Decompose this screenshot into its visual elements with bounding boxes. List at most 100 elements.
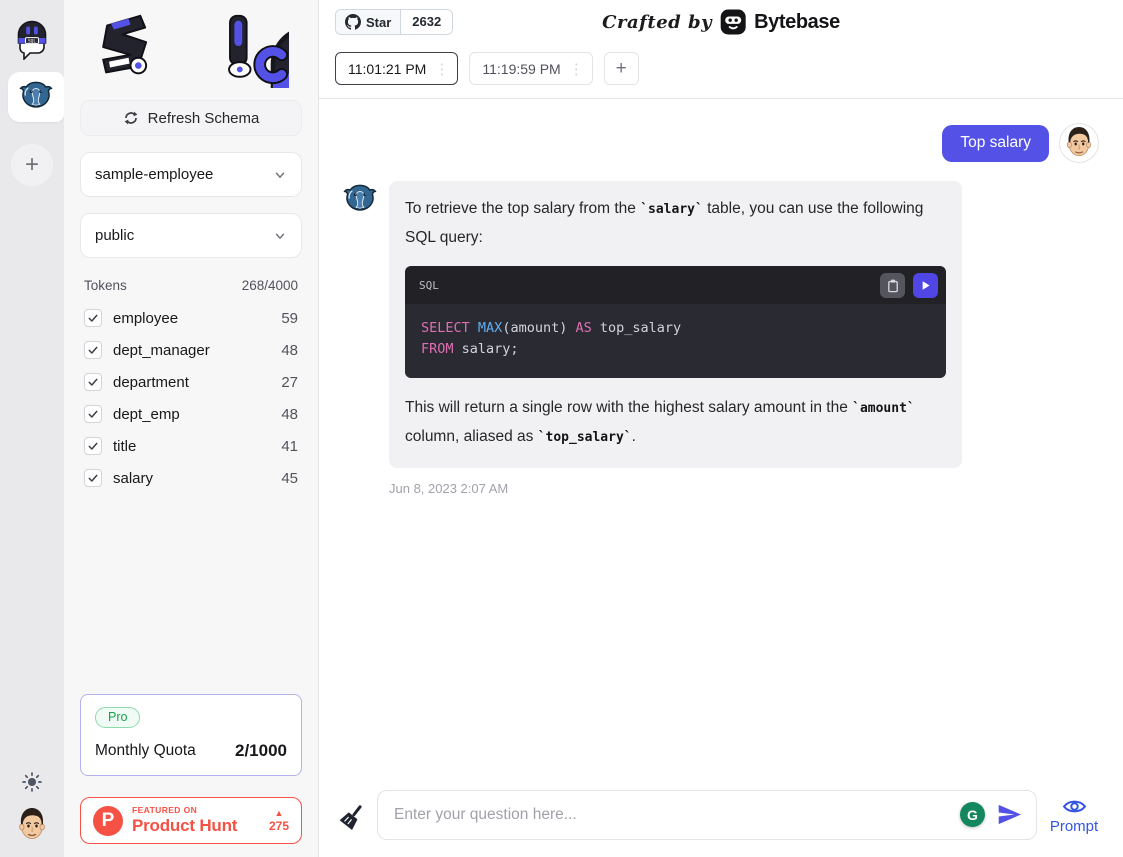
question-input-wrap: G [377, 790, 1037, 840]
table-name: salary [113, 470, 153, 487]
table-list: employee 59 dept_manager 48 department 2… [80, 302, 302, 494]
table-checkbox[interactable] [84, 405, 102, 423]
question-input[interactable] [377, 790, 1037, 840]
prompt-label: Prompt [1050, 818, 1098, 835]
sql-code-block: SQL [405, 266, 946, 378]
tokens-label: Tokens [84, 278, 127, 293]
featured-on-label: FEATURED ON [132, 806, 237, 816]
send-icon [996, 801, 1023, 828]
run-query-button[interactable] [913, 273, 938, 298]
assistant-message-column: To retrieve the top salary from the `sal… [389, 181, 962, 496]
star-label: Star [366, 15, 391, 30]
check-icon [87, 312, 99, 324]
table-token-count: 48 [281, 342, 298, 359]
schema-select-value: public [95, 227, 134, 244]
code-block-body: SELECT MAX(amount) AS top_salaryFROM sal… [405, 304, 946, 378]
code-line: SELECT MAX(amount) AS top_salary [421, 318, 930, 339]
sqlchat-bot-avatar[interactable] [11, 16, 53, 60]
table-name: dept_manager [113, 342, 210, 359]
vote-count: 275 [269, 819, 289, 833]
copy-code-button[interactable] [880, 273, 905, 298]
tab-menu-icon[interactable]: ⋮ [569, 60, 584, 78]
add-connection-label: + [25, 153, 39, 177]
assistant-paragraph: This will return a single row with the h… [405, 394, 946, 452]
tab-menu-icon[interactable]: ⋮ [434, 60, 449, 78]
clear-conversation-button[interactable] [335, 798, 369, 832]
sqlchat-logo [80, 0, 302, 90]
github-star-button[interactable]: Star 2632 [335, 9, 453, 35]
product-hunt-votes: ▲ 275 [269, 808, 289, 833]
play-icon [919, 279, 932, 292]
chevron-down-icon [273, 168, 287, 182]
quota-card: Pro Monthly Quota 2/1000 [80, 694, 302, 776]
table-checkbox[interactable] [84, 373, 102, 391]
code-language-label: SQL [419, 279, 439, 292]
message-timestamp: Jun 8, 2023 2:07 AM [389, 481, 962, 496]
theme-toggle-button[interactable] [21, 771, 43, 793]
refresh-schema-label: Refresh Schema [148, 110, 260, 127]
table-row[interactable]: dept_emp 48 [80, 398, 302, 430]
table-row[interactable]: dept_manager 48 [80, 334, 302, 366]
topbar: Star 2632 Crafted by Bytebase [319, 0, 1123, 44]
bytebase-logo-icon [720, 9, 746, 35]
eye-icon [1062, 796, 1087, 817]
table-row[interactable]: salary 45 [80, 462, 302, 494]
product-hunt-badge[interactable]: P FEATURED ON Product Hunt ▲ 275 [80, 797, 302, 844]
send-button[interactable] [996, 801, 1023, 828]
table-name: dept_emp [113, 406, 180, 423]
check-icon [87, 344, 99, 356]
table-checkbox[interactable] [84, 341, 102, 359]
composer: G Prompt [319, 780, 1123, 857]
product-hunt-label: Product Hunt [132, 816, 237, 836]
sun-icon [21, 771, 43, 793]
conversation-tab-active[interactable]: 11:01:21 PM ⋮ [335, 52, 458, 85]
user-avatar-rail[interactable] [14, 805, 50, 843]
check-icon [87, 408, 99, 420]
main-panel: Star 2632 Crafted by Bytebase 11:01:21 P… [319, 0, 1123, 857]
robot-head-icon [11, 16, 53, 60]
connection-postgres-tile[interactable] [8, 72, 64, 122]
add-connection-button[interactable]: + [11, 144, 53, 186]
clipboard-icon [886, 278, 900, 293]
table-token-count: 41 [281, 438, 298, 455]
table-row[interactable]: employee 59 [80, 302, 302, 334]
table-name: employee [113, 310, 178, 327]
quota-label: Monthly Quota [95, 742, 196, 760]
assistant-message-row: To retrieve the top salary from the `sal… [343, 181, 1099, 496]
tokens-usage: 268/4000 [242, 278, 298, 293]
user-face-icon [14, 805, 50, 845]
user-avatar [1059, 123, 1099, 163]
user-face-icon [1062, 124, 1096, 162]
table-checkbox[interactable] [84, 437, 102, 455]
connection-select[interactable]: sample-employee [80, 152, 302, 197]
sidebar: Refresh Schema sample-employee public To… [64, 0, 319, 857]
check-icon [87, 440, 99, 452]
connection-select-value: sample-employee [95, 166, 213, 183]
conversation-tab[interactable]: 11:19:59 PM ⋮ [469, 52, 592, 85]
schema-select[interactable]: public [80, 213, 302, 258]
code-line: FROM salary; [421, 339, 930, 360]
assistant-avatar [343, 181, 377, 217]
tokens-header: Tokens 268/4000 [80, 278, 302, 293]
table-checkbox[interactable] [84, 469, 102, 487]
table-row[interactable]: department 27 [80, 366, 302, 398]
table-token-count: 59 [281, 310, 298, 327]
quota-value: 2/1000 [235, 741, 287, 761]
check-icon [87, 472, 99, 484]
refresh-icon [123, 110, 139, 126]
bytebase-brand-text: Bytebase [754, 11, 840, 34]
table-row[interactable]: title 41 [80, 430, 302, 462]
new-conversation-button[interactable]: + [604, 52, 639, 85]
postgres-elephant-icon [19, 80, 53, 114]
chat-area: Top salary To retrieve the top salary fr… [319, 99, 1123, 780]
refresh-schema-button[interactable]: Refresh Schema [80, 100, 302, 136]
conversation-tabs: 11:01:21 PM ⋮ 11:19:59 PM ⋮ + [319, 44, 1123, 99]
upvote-icon: ▲ [275, 808, 284, 819]
sidebar-spacer [80, 494, 302, 694]
table-checkbox[interactable] [84, 309, 102, 327]
crafted-by-link[interactable]: Crafted by Bytebase [602, 0, 840, 44]
assistant-message-bubble: To retrieve the top salary from the `sal… [389, 181, 962, 468]
grammarly-icon[interactable]: G [960, 802, 985, 827]
prompt-button[interactable]: Prompt [1045, 796, 1103, 835]
conversation-tab-label: 11:01:21 PM [348, 61, 426, 77]
